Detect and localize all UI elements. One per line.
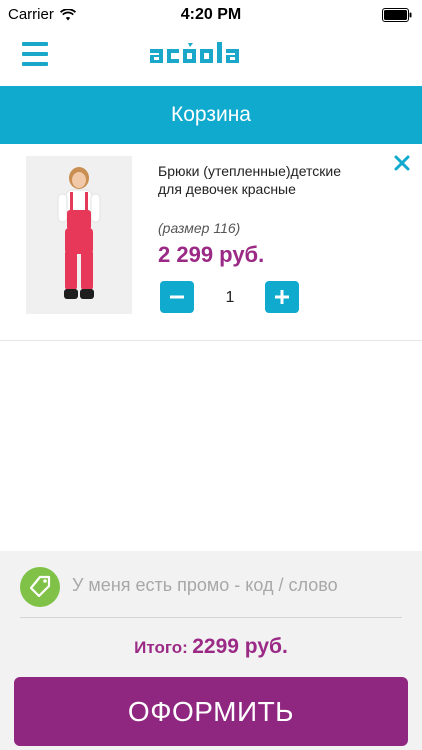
product-name[interactable]: Брюки (утепленные)детские для девочек кр… xyxy=(158,162,368,198)
battery-icon xyxy=(382,8,412,22)
promo-row xyxy=(0,551,422,617)
product-photo-illustration xyxy=(26,156,132,314)
checkout-panel: Итого: 2299 руб. ОФОРМИТЬ xyxy=(0,551,422,750)
promo-code-input[interactable] xyxy=(72,571,392,599)
page-title-bar: Корзина xyxy=(0,86,422,144)
total-value: 2299 руб. xyxy=(192,635,288,658)
total-row: Итого: 2299 руб. xyxy=(0,635,422,659)
close-icon[interactable] xyxy=(393,154,411,172)
quantity-increase-button[interactable] xyxy=(265,281,299,313)
checkout-button-label: ОФОРМИТЬ xyxy=(127,695,295,727)
acoola-logo[interactable] xyxy=(148,41,274,65)
total-label: Итого: xyxy=(134,638,188,657)
checkout-button[interactable]: ОФОРМИТЬ xyxy=(14,677,408,746)
menu-icon[interactable] xyxy=(22,42,48,66)
page-title: Корзина xyxy=(171,103,251,126)
status-time: 4:20 PM xyxy=(180,6,242,23)
tag-icon-glyph xyxy=(29,575,51,598)
quantity-decrease-button[interactable] xyxy=(160,281,194,313)
cart-item: Брюки (утепленные)детские для девочек кр… xyxy=(0,144,422,341)
quantity-value: 1 xyxy=(225,289,235,306)
product-image[interactable] xyxy=(26,156,132,314)
tag-icon[interactable] xyxy=(20,567,60,607)
app-header xyxy=(0,30,422,86)
divider xyxy=(20,617,402,618)
minus-icon xyxy=(170,295,184,299)
product-price: 2 299 руб. xyxy=(158,242,265,267)
status-bar: Carrier 4:20 PM xyxy=(0,0,422,30)
product-size: (размер 116) xyxy=(158,220,241,236)
plus-icon xyxy=(275,290,289,304)
